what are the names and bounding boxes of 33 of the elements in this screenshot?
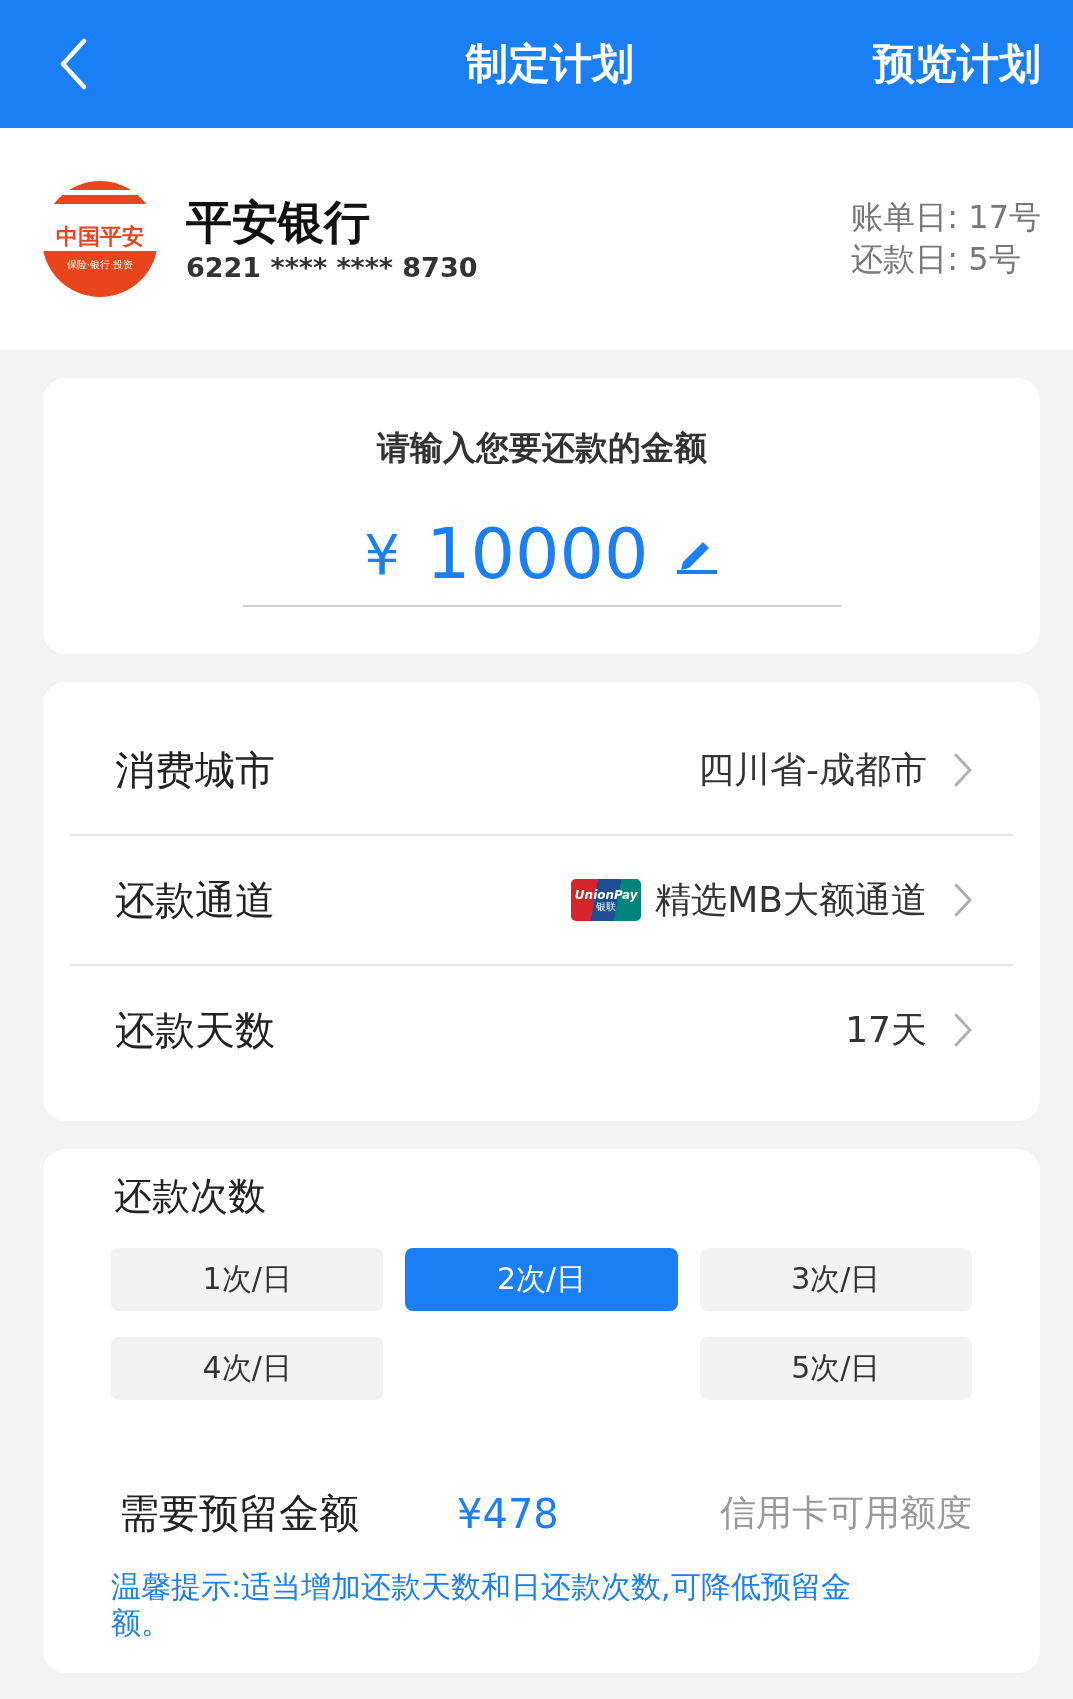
logo-text: 银联	[596, 900, 617, 912]
reserve-label: 需要预留金额	[119, 1489, 360, 1538]
frequency-option[interactable]: 3次/日	[699, 1248, 972, 1311]
amount-label: 请输入您要还款的金额	[376, 427, 707, 469]
tip-text: 温馨提示:适当增加还款天数和日还款次数,可降低预留金额。	[111, 1569, 852, 1641]
logo-text: 中国平安	[56, 226, 144, 248]
setting-value: 17天	[845, 1007, 927, 1052]
setting-value: 四川省-成都市	[698, 747, 927, 792]
frequency-option[interactable]: 2次/日	[405, 1248, 678, 1311]
setting-label: 消费城市	[115, 745, 275, 795]
reserve-amount: ¥478	[457, 1490, 560, 1537]
setting-row[interactable]: 消费城市 四川省-成都市	[70, 706, 1013, 834]
preview-link[interactable]: 预览计划	[873, 36, 1041, 92]
frequency-option[interactable]: 4次/日	[111, 1337, 384, 1400]
bill-day: 账单日: 17号	[851, 197, 1041, 239]
chevron-icon	[953, 752, 973, 788]
section-title: 还款次数	[114, 1173, 267, 1220]
card-number: 6221 **** **** 8730	[186, 252, 479, 284]
repay-day: 还款日: 5号	[851, 239, 1041, 281]
chevron-icon	[953, 882, 973, 918]
logo-text: 保险·银行·投资	[66, 260, 134, 270]
chevron-icon	[953, 1012, 973, 1048]
back-icon[interactable]	[58, 38, 88, 90]
frequency-option[interactable]: 1次/日	[111, 1248, 384, 1311]
frequency-option[interactable]: 5次/日	[699, 1337, 972, 1400]
setting-label: 还款天数	[115, 1005, 275, 1055]
page-title: 制定计划	[465, 38, 634, 90]
setting-label: 还款通道	[115, 875, 275, 925]
amount-field[interactable]: ¥ 10000	[242, 513, 841, 607]
setting-row[interactable]: 还款天数 17天	[70, 964, 1013, 1094]
credit-limit-label: 信用卡可用额度	[720, 1491, 972, 1535]
bank-name: 平安银行	[186, 194, 371, 251]
setting-value: 精选MB大额通道	[655, 877, 927, 922]
